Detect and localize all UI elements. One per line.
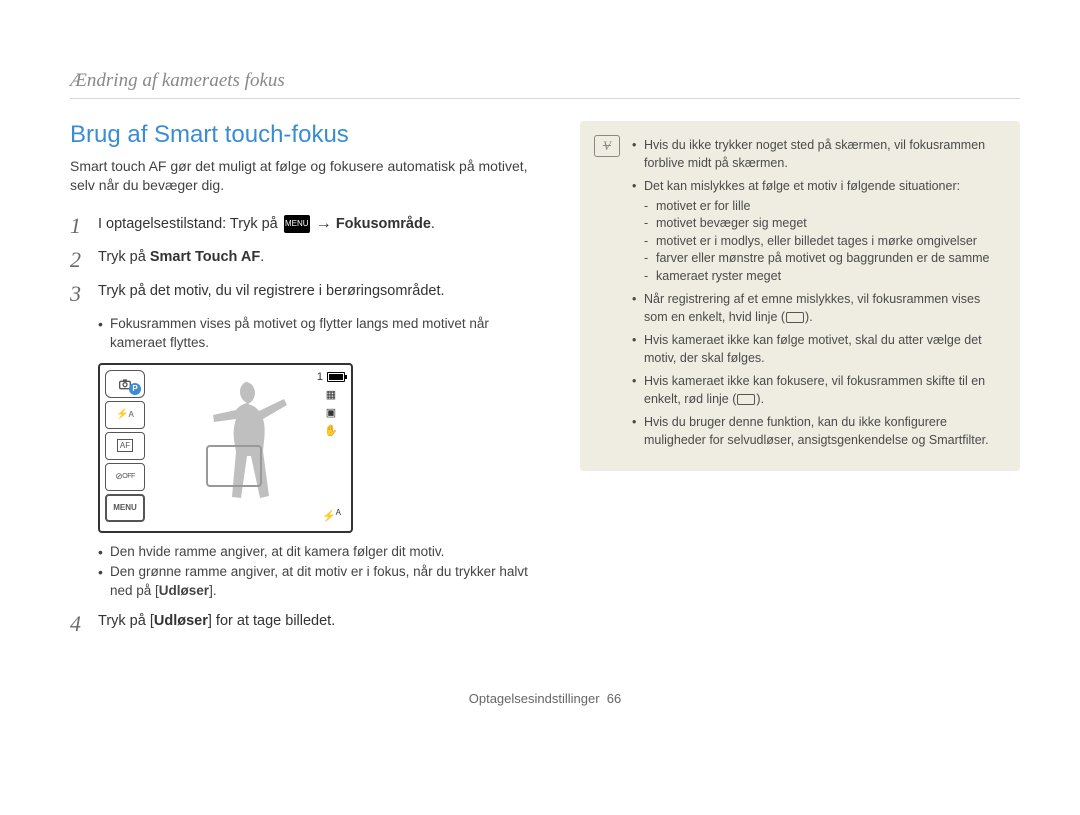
arrow-icon: → bbox=[316, 215, 332, 232]
step-post: ] for at tage billedet. bbox=[208, 613, 335, 629]
quality-icon: ▦ bbox=[326, 388, 336, 401]
page-footer: Optagelsesindstillinger 66 bbox=[70, 691, 1020, 706]
note-sublist: motivet er for lille motivet bevæger sig… bbox=[644, 198, 1002, 286]
step3-sub-bullets: Fokusrammen vises på motivet og flytter … bbox=[98, 315, 540, 353]
menu-icon: MENU bbox=[284, 215, 310, 233]
camera-screen-illustration: P ⚡A AF ⊘OFF MENU bbox=[98, 363, 540, 533]
content-columns: Brug af Smart touch-fokus Smart touch AF… bbox=[70, 121, 1020, 645]
metering-icon: ▣ bbox=[326, 406, 336, 419]
note-post: ). bbox=[756, 392, 764, 406]
note-item: Hvis kameraet ikke kan fokusere, vil fok… bbox=[632, 373, 1002, 408]
note-item: Hvis du bruger denne funktion, kan du ik… bbox=[632, 414, 1002, 449]
bullet-item: Den hvide ramme angiver, at dit kamera f… bbox=[98, 543, 540, 562]
manual-page: Ændring af kameraets fokus Brug af Smart… bbox=[0, 0, 1080, 736]
step-body: I optagelsestilstand: Tryk på MENU → Fok… bbox=[98, 213, 435, 237]
step-text: Tryk på bbox=[98, 249, 150, 265]
right-side-icons: 1 ▦ ▣ ✋ bbox=[317, 371, 345, 437]
battery-icon bbox=[327, 372, 345, 382]
steps-list-cont: 4 Tryk på [Udløser] for at tage billedet… bbox=[70, 611, 540, 635]
bullet-item: Den grønne ramme angiver, at dit motiv e… bbox=[98, 563, 540, 601]
bold-word: Udløser bbox=[159, 583, 209, 598]
white-frame-icon bbox=[786, 312, 804, 323]
step-text: I optagelsestilstand: Tryk på bbox=[98, 216, 282, 232]
note-item: Når registrering af et emne mislykkes, v… bbox=[632, 291, 1002, 326]
note-icon: V bbox=[594, 135, 620, 157]
camera-screen: P ⚡A AF ⊘OFF MENU bbox=[98, 363, 353, 533]
note-item: Hvis du ikke trykker noget sted på skærm… bbox=[632, 137, 1002, 172]
note-subitem: kameraet ryster meget bbox=[644, 268, 1002, 286]
step-bold: Fokusområde bbox=[336, 216, 431, 232]
shot-count: 1 bbox=[317, 371, 345, 383]
bullet-item: Fokusrammen vises på motivet og flytter … bbox=[98, 315, 540, 353]
bullet-post: ]. bbox=[209, 583, 217, 598]
step-number: 1 bbox=[70, 213, 88, 237]
step-4: 4 Tryk på [Udløser] for at tage billedet… bbox=[70, 611, 540, 635]
note-item: Det kan mislykkes at følge et motiv i fø… bbox=[632, 178, 1002, 285]
step-number: 3 bbox=[70, 281, 88, 305]
left-column: Brug af Smart touch-fokus Smart touch AF… bbox=[70, 121, 540, 645]
step-dot: . bbox=[260, 249, 264, 265]
focus-frame bbox=[206, 445, 262, 487]
step-body: Tryk på [Udløser] for at tage billedet. bbox=[98, 611, 335, 635]
menu-button-icon: MENU bbox=[105, 494, 145, 522]
step-text: Tryk på [ bbox=[98, 613, 154, 629]
off-icon: ⊘OFF bbox=[105, 463, 145, 491]
note-pre: Hvis kameraet ikke kan fokusere, vil fok… bbox=[644, 374, 985, 406]
count-number: 1 bbox=[317, 371, 323, 383]
bottom-flash-icon: ⚡A bbox=[322, 508, 341, 523]
step3-sub-bullets-2: Den hvide ramme angiver, at dit kamera f… bbox=[98, 543, 540, 602]
footer-page: 66 bbox=[607, 691, 621, 706]
step-3: 3 Tryk på det motiv, du vil registrere i… bbox=[70, 281, 540, 305]
stabilizer-icon: ✋ bbox=[324, 424, 338, 437]
note-subitem: farver eller mønstre på motivet og baggr… bbox=[644, 250, 1002, 268]
left-side-icons: P ⚡A AF ⊘OFF MENU bbox=[105, 370, 145, 526]
footer-section: Optagelsesindstillinger bbox=[469, 691, 600, 706]
note-post: ). bbox=[805, 310, 813, 324]
note-list: Hvis du ikke trykker noget sted på skærm… bbox=[632, 137, 1002, 449]
right-column: V Hvis du ikke trykker noget sted på skæ… bbox=[580, 121, 1020, 645]
step-number: 4 bbox=[70, 611, 88, 635]
note-text: Det kan mislykkes at følge et motiv i fø… bbox=[644, 179, 960, 193]
section-title: Brug af Smart touch-fokus bbox=[70, 121, 540, 149]
note-subitem: motivet er for lille bbox=[644, 198, 1002, 216]
steps-list: 1 I optagelsestilstand: Tryk på MENU → F… bbox=[70, 213, 540, 305]
step-dot: . bbox=[431, 216, 435, 232]
page-header: Ændring af kameraets fokus bbox=[70, 70, 1020, 92]
note-item: Hvis kameraet ikke kan følge motivet, sk… bbox=[632, 332, 1002, 367]
flash-icon: ⚡A bbox=[105, 401, 145, 429]
note-box: V Hvis du ikke trykker noget sted på skæ… bbox=[580, 121, 1020, 471]
af-icon: AF bbox=[105, 432, 145, 460]
step-bold: Smart Touch AF bbox=[150, 249, 260, 265]
header-rule bbox=[70, 98, 1020, 99]
note-subitem: motivet er i modlys, eller billedet tage… bbox=[644, 233, 1002, 251]
note-subitem: motivet bevæger sig meget bbox=[644, 215, 1002, 233]
intro-paragraph: Smart touch AF gør det muligt at følge o… bbox=[70, 157, 540, 195]
mode-p-badge: P bbox=[129, 383, 141, 395]
step-1: 1 I optagelsestilstand: Tryk på MENU → F… bbox=[70, 213, 540, 237]
step-bold: Udløser bbox=[154, 613, 208, 629]
step-number: 2 bbox=[70, 247, 88, 271]
step-2: 2 Tryk på Smart Touch AF. bbox=[70, 247, 540, 271]
mode-icon: P bbox=[105, 370, 145, 398]
step-body: Tryk på det motiv, du vil registrere i b… bbox=[98, 281, 445, 305]
red-frame-icon bbox=[737, 394, 755, 405]
step-body: Tryk på Smart Touch AF. bbox=[98, 247, 264, 271]
